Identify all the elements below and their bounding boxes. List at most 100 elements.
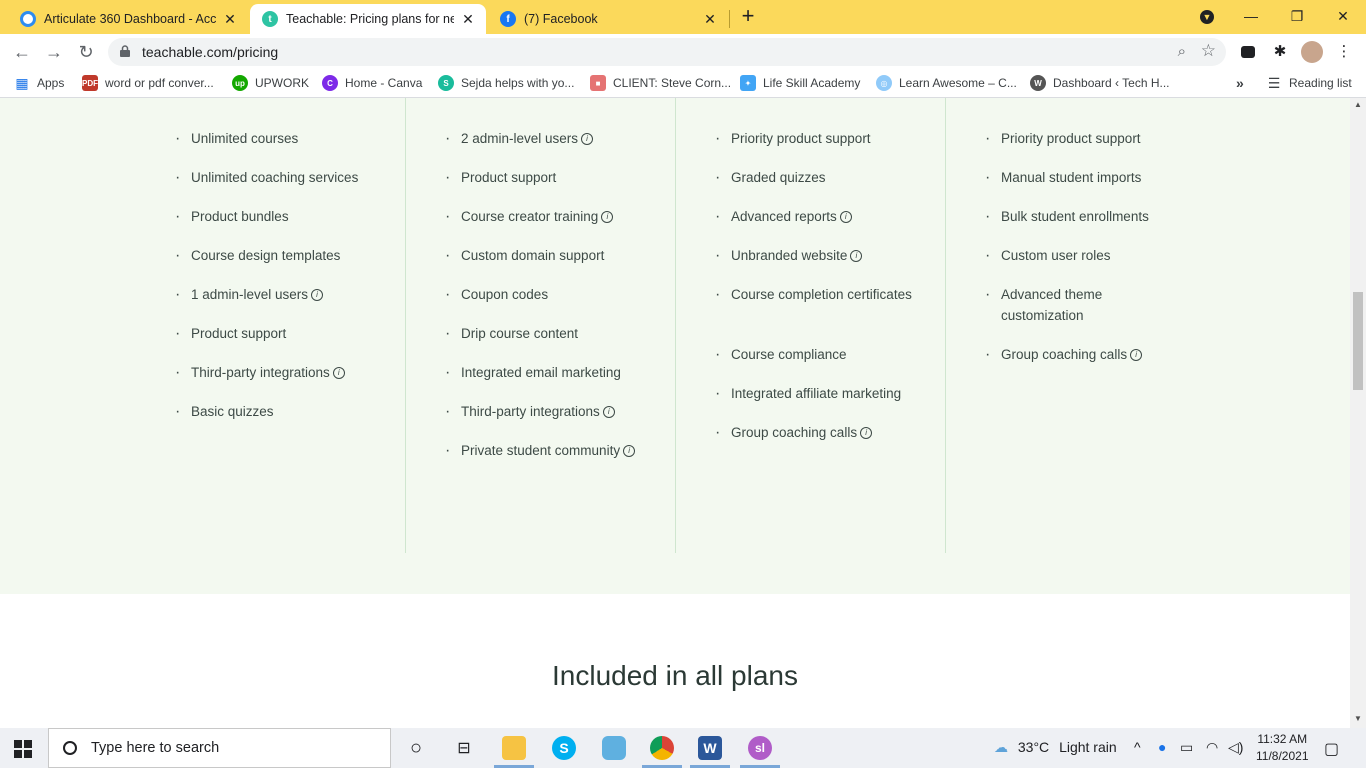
taskbar-search-placeholder: Type here to search: [91, 740, 220, 756]
address-bar[interactable]: teachable.com/pricing ⌕ ☆: [108, 38, 1226, 66]
feature-text: Advanced theme customization: [1001, 287, 1103, 323]
word-icon[interactable]: W: [698, 736, 722, 760]
plan-feature: 1 admin-level usersi: [175, 284, 375, 305]
bookmark-upwork[interactable]: up UPWORK: [232, 75, 309, 91]
plan-feature: Third-party integrationsi: [445, 401, 645, 422]
chrome-icon[interactable]: [650, 736, 674, 760]
tab-search-button[interactable]: ▼: [1184, 4, 1230, 30]
file-explorer-icon[interactable]: [502, 736, 526, 760]
bookmark-learn-awesome[interactable]: ◎ Learn Awesome – C...: [876, 75, 1017, 91]
feature-text: Unlimited coaching services: [191, 170, 359, 185]
bookmarks-bar: ▦ Apps PDF word or pdf conver... up UPWO…: [0, 70, 1366, 98]
info-icon[interactable]: i: [332, 367, 345, 380]
tab-facebook[interactable]: f (7) Facebook ✕: [488, 4, 728, 34]
show-hidden-icons-button[interactable]: ^: [1134, 739, 1141, 755]
forward-button[interactable]: →: [40, 38, 68, 66]
browser-toolbar: ← → ↻ teachable.com/pricing ⌕ ☆ ✱ ⋮: [0, 34, 1366, 70]
restore-button[interactable]: ❐: [1274, 4, 1320, 30]
cortana-icon[interactable]: ○: [404, 736, 428, 760]
star-icon[interactable]: ☆: [1201, 41, 1216, 61]
close-window-button[interactable]: ✕: [1320, 4, 1366, 30]
notification-icon[interactable]: ▢: [1324, 739, 1339, 759]
bookmark-pdf[interactable]: PDF word or pdf conver...: [82, 75, 214, 91]
search-icon[interactable]: ⌕: [1178, 43, 1186, 60]
info-icon[interactable]: i: [602, 406, 615, 419]
new-tab-button[interactable]: +: [736, 5, 760, 29]
plan-feature: Integrated email marketing: [445, 362, 645, 383]
column-divider: [405, 98, 406, 553]
close-icon: ✕: [1337, 8, 1349, 24]
info-icon[interactable]: i: [623, 445, 636, 458]
avatar[interactable]: [1301, 41, 1323, 63]
bookmark-apps[interactable]: ▦ Apps: [14, 75, 64, 91]
plan-feature: Drip course content: [445, 323, 645, 344]
feature-text: Bulk student enrollments: [1001, 209, 1149, 224]
plan-feature: Basic quizzes: [175, 401, 375, 422]
chevron-double-right-icon: »: [1236, 75, 1244, 91]
plan-feature: Unlimited coaching services: [175, 167, 375, 188]
info-icon[interactable]: i: [581, 133, 594, 146]
scroll-down-icon[interactable]: ▼: [1353, 714, 1363, 723]
minimize-button[interactable]: —: [1228, 4, 1274, 30]
bookmark-dashboard[interactable]: W Dashboard ‹ Tech H...: [1030, 75, 1170, 91]
task-view-icon[interactable]: ⊟: [452, 736, 476, 760]
user-app-icon[interactable]: sl: [748, 736, 772, 760]
wordpress-icon: W: [1030, 75, 1046, 91]
info-icon[interactable]: i: [850, 250, 863, 263]
plan-feature: Priority product support: [985, 128, 1185, 149]
taskbar-clock[interactable]: 11:32 AM 11/8/2021: [1256, 731, 1309, 765]
close-icon[interactable]: ✕: [460, 11, 476, 28]
articulate-icon: [20, 11, 36, 27]
extension-icon[interactable]: [1236, 40, 1260, 64]
teachable-icon: t: [262, 11, 278, 27]
back-button[interactable]: ←: [8, 38, 36, 66]
plan-feature: Coupon codes: [445, 284, 645, 305]
minimize-icon: —: [1244, 8, 1258, 24]
bookmark-sejda[interactable]: S Sejda helps with yo...: [438, 75, 574, 91]
close-icon[interactable]: ✕: [222, 11, 238, 28]
plan-feature: Advanced theme customization: [985, 284, 1185, 326]
volume-icon[interactable]: ◁): [1228, 739, 1243, 756]
info-icon[interactable]: i: [860, 427, 873, 440]
plan-feature: Private student communityi: [445, 440, 645, 461]
app-icon[interactable]: [602, 736, 626, 760]
tab-articulate[interactable]: Articulate 360 Dashboard - Acce ✕: [8, 4, 248, 34]
info-icon[interactable]: i: [601, 211, 614, 224]
tab-teachable[interactable]: t Teachable: Pricing plans for new ✕: [250, 4, 486, 34]
menu-icon[interactable]: ⋮: [1332, 40, 1356, 64]
wifi-icon[interactable]: ◠: [1206, 739, 1218, 756]
info-icon[interactable]: i: [311, 289, 324, 302]
bookmark-label: Life Skill Academy: [763, 76, 861, 90]
scroll-thumb[interactable]: [1353, 292, 1363, 390]
windows-start-button[interactable]: [14, 740, 32, 758]
reading-list-button[interactable]: ☰ Reading list: [1266, 75, 1352, 91]
page-scrollbar[interactable]: ▲ ▼: [1350, 98, 1366, 728]
battery-icon[interactable]: ▭: [1180, 739, 1193, 756]
info-icon[interactable]: i: [839, 211, 852, 224]
reading-list-label: Reading list: [1289, 76, 1352, 90]
feature-text: Graded quizzes: [731, 170, 826, 185]
weather-widget[interactable]: ☁ 33°C Light rain: [994, 739, 1117, 756]
tray-app-icon[interactable]: ●: [1158, 739, 1166, 755]
bookmark-label: Dashboard ‹ Tech H...: [1053, 76, 1170, 90]
tab-title: Teachable: Pricing plans for new: [286, 12, 454, 26]
puzzle-icon[interactable]: ✱: [1268, 40, 1292, 64]
url-text[interactable]: teachable.com/pricing: [142, 44, 278, 60]
bookmark-label: Home - Canva: [345, 76, 423, 90]
facebook-icon: f: [500, 11, 516, 27]
plan-feature: Product bundles: [175, 206, 375, 227]
bookmark-life-skill[interactable]: ✦ Life Skill Academy: [740, 75, 860, 91]
close-icon[interactable]: ✕: [702, 11, 718, 28]
clock-time: 11:32 AM: [1257, 732, 1308, 746]
sejda-icon: S: [438, 75, 454, 91]
taskbar-search-box[interactable]: Type here to search: [48, 728, 391, 768]
plan-feature: Integrated affiliate marketing: [715, 383, 915, 404]
skype-icon[interactable]: S: [552, 736, 576, 760]
bookmark-client[interactable]: ■ CLIENT: Steve Corn...: [590, 75, 731, 91]
info-icon[interactable]: i: [1130, 349, 1143, 362]
scroll-up-icon[interactable]: ▲: [1353, 100, 1363, 109]
bookmarks-overflow-button[interactable]: »: [1236, 75, 1244, 91]
reload-button[interactable]: ↻: [72, 38, 100, 66]
bookmark-canva[interactable]: C Home - Canva: [322, 75, 422, 91]
word-letter: W: [703, 740, 717, 756]
